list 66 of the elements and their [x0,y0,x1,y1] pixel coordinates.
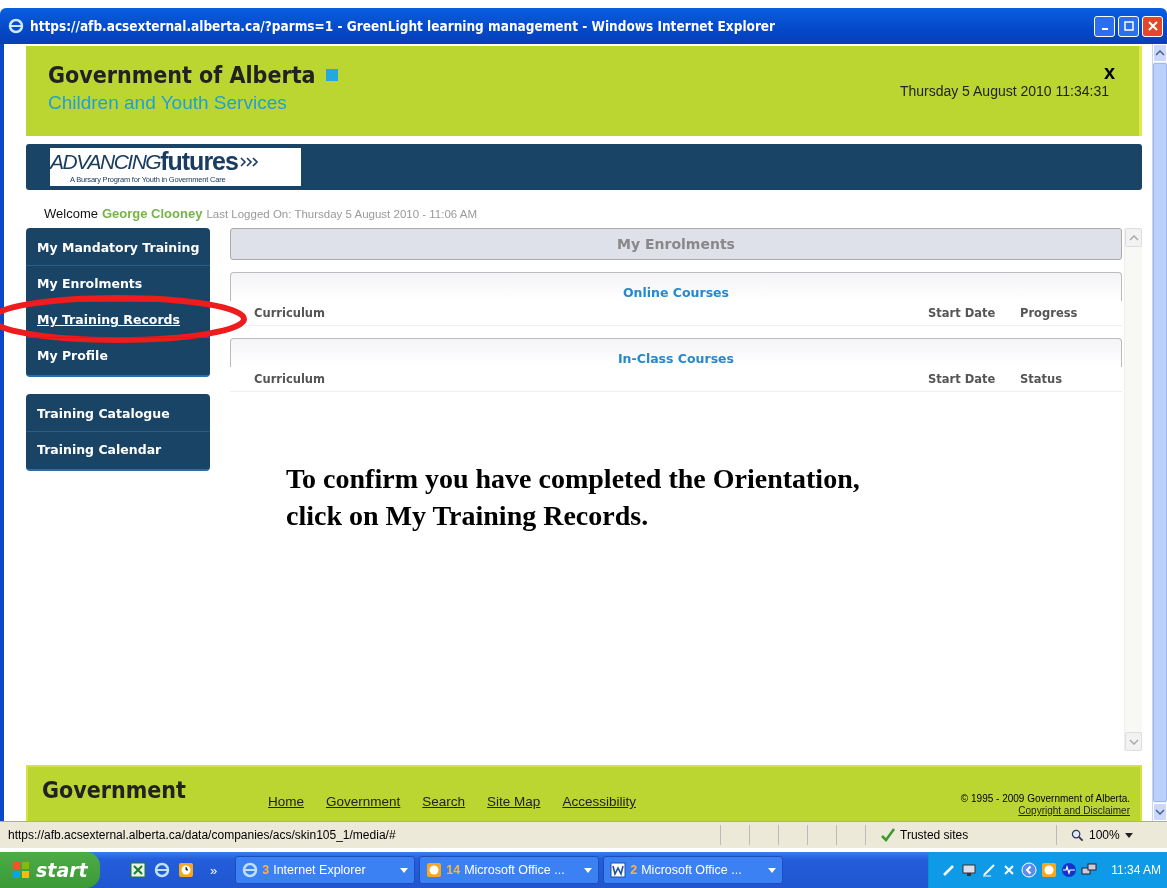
security-zone: Trusted sites [900,828,969,842]
dropdown-arrow-icon [1124,832,1133,838]
checkmark-icon [880,827,896,843]
footer-link[interactable]: Search [422,794,466,809]
logo-text: futures [160,147,238,176]
footer-org-name: Government [42,777,187,803]
taskbar-clock: 11:34 AM [1111,863,1161,877]
column-header: Status [1020,372,1064,386]
browser-e-icon [242,862,259,878]
taskbar-button[interactable]: 2 Microsoft Office ... [603,856,784,884]
dropdown-arrow-icon [584,867,593,873]
nav-link[interactable]: Training Calendar [26,442,162,457]
column-header: Curriculum [254,306,327,320]
more-button[interactable]: » [202,862,226,878]
department-name: Children and Youth Services [48,92,288,114]
dropdown-arrow-icon [768,867,777,873]
column-header: Progress [1020,306,1079,320]
nav-link[interactable]: My Mandatory Training [26,240,200,255]
nav-link[interactable]: My Profile [26,348,108,363]
column-header: Curriculum [254,372,327,386]
document-w-icon [610,862,627,878]
browser-e-icon [8,18,24,34]
panel-title: In-Class Courses [617,351,734,366]
minimize-button[interactable] [1094,15,1115,37]
footer-link[interactable]: Accessibility [562,794,636,809]
wave-icon[interactable] [1061,862,1078,878]
footer-link[interactable]: Home [268,794,304,809]
instruction-text: To confirm you have completed the Orientation, click on My Training Records. [286,462,861,533]
section-title: My Enrolments [617,236,735,252]
copyright-text: © 1995 - 2009 Government of Alberta. [960,793,1130,804]
network-icon[interactable] [1081,862,1098,878]
column-header: Start Date [928,372,997,386]
nav-link[interactable]: My Training Records [26,312,180,327]
square-icon [325,69,338,81]
logo-text: ADVANCING [50,149,161,174]
spreadsheet-icon[interactable] [130,862,146,878]
nav-link[interactable]: Training Catalogue [26,406,170,421]
window-title: https://afb.acsexternal.alberta.ca/?parms=1 - GreenLight learning management - Windows Internet Explorer [30,18,776,34]
org-name: Government of Alberta [48,62,316,88]
browser-e-icon[interactable] [154,862,170,878]
welcome-label: Welcome [44,206,98,221]
footer-link[interactable]: Site Map [487,794,541,809]
column-header: Start Date [928,306,997,320]
chevron-left-icon[interactable] [1021,862,1038,878]
chevrons-icon [238,155,259,168]
nav-link[interactable]: My Enrolments [26,276,143,291]
user-name: George Clooney [101,206,203,221]
dropdown-arrow-icon [400,867,409,873]
zoom-control[interactable]: 100% [1056,825,1139,845]
minimize-icon [1101,28,1108,30]
disclaimer-link[interactable]: Copyright and Disclaimer [1018,805,1130,816]
last-logged-text: Last Logged On: Thursday 5 August 2010 - 11:06 AM [206,208,478,220]
footer-link[interactable]: Government [326,794,401,809]
close-link[interactable]: x [1103,62,1115,82]
close-icon [1147,21,1158,31]
status-url: https://afb.acsexternal.alberta.ca/data/companies/acs/skin105_1/media/# [7,828,397,842]
windows-flag-icon [12,861,30,879]
magnifier-icon [1071,828,1084,842]
taskbar-button[interactable]: 14 Microsoft Office ... [419,856,600,884]
maximize-button[interactable] [1118,15,1139,37]
monitor-icon[interactable] [961,862,978,878]
close-button[interactable] [1142,15,1163,37]
date-time: Thursday 5 August 2010 11:34:31 [899,83,1109,99]
panel-title: Online Courses [623,285,729,300]
taskbar-button[interactable]: 3 Internet Explorer [235,856,416,884]
maximize-icon [1123,21,1134,31]
